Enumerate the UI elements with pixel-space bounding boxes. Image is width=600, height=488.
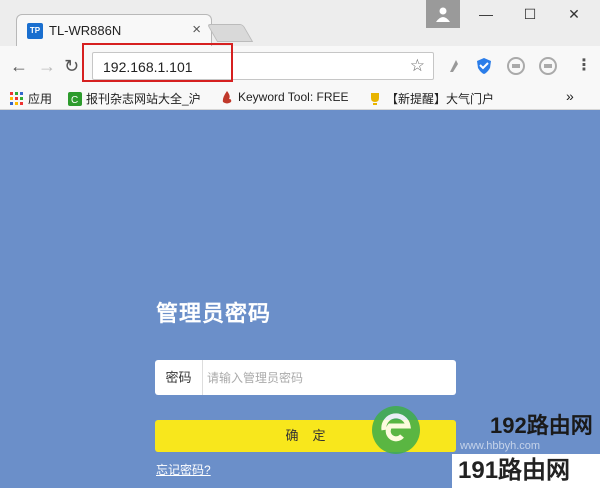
page-title: 管理员密码 [156,301,272,326]
maximize-button[interactable]: ☐ [508,0,552,28]
address-highlight-box [82,43,233,82]
watermark-logo-icon [372,406,420,454]
watermark-191-brand: 191路由网 [452,454,600,488]
bookmarks-more-button[interactable]: » [566,88,574,104]
svg-text:C: C [71,95,78,106]
tplink-favicon-icon: TP [27,23,43,39]
menu-icon[interactable]: ⋮ [576,55,592,75]
back-icon[interactable]: ← [10,56,28,77]
extension-shield-icon[interactable] [474,56,494,76]
password-label: 密码 [155,360,203,395]
password-field: 密码 [155,360,456,395]
new-tab-button[interactable] [206,24,254,42]
bookmark-item[interactable]: C 报刊杂志网站大全_沪 [68,90,201,107]
forward-icon[interactable]: → [38,56,56,77]
bookmark-apps[interactable]: 应用 [10,90,52,107]
watermark-url: www.hbbyh.com [460,440,541,452]
tab-title: TL-WR886N [49,23,122,38]
browser-tab[interactable]: TP TL-WR886N × [16,14,212,46]
bookmark-item[interactable]: 【新提醒】大气门户 [368,90,494,107]
browser-titlebar: TP TL-WR886N × — ☐ ✕ [0,0,600,46]
bookmark-label: 报刊杂志网站大全_沪 [86,92,201,106]
bookmark-trophy-icon [371,93,379,105]
bookmark-label: Keyword Tool: FREE [238,90,349,104]
forgot-password-link[interactable]: 忘记密码? [156,461,211,478]
bookmark-label: 【新提醒】大气门户 [386,92,495,106]
profile-button[interactable] [426,0,460,28]
extension-gray-icon-2[interactable] [538,56,558,76]
watermark-192-brand: 192路由网 [490,413,593,438]
profile-icon [436,7,450,22]
extension-gray-icon-1[interactable] [506,56,526,76]
minimize-button[interactable]: — [464,0,508,28]
star-icon[interactable]: ☆ [410,56,425,76]
bookmark-item[interactable]: Keyword Tool: FREE [220,90,349,104]
close-window-button[interactable]: ✕ [552,0,596,28]
password-input[interactable] [207,360,452,395]
bookmark-green-icon: C [68,92,82,106]
tab-close-icon[interactable]: × [192,21,201,38]
reload-icon[interactable]: ↻ [64,56,79,77]
apps-icon [10,92,23,105]
extension-feather-icon[interactable] [444,56,464,76]
bookmark-flame-icon [222,91,232,104]
bookmark-label: 应用 [28,92,53,106]
bookmarks-bar: 应用 C 报刊杂志网站大全_沪 Keyword Tool: FREE 【新提醒】… [0,86,600,110]
